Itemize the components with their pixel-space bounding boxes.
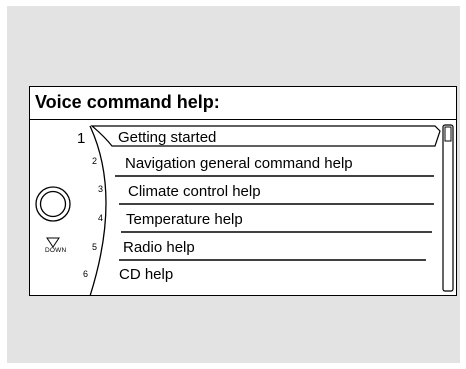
scrollbar[interactable] xyxy=(442,124,454,292)
item-number: 4 xyxy=(98,213,104,223)
menu-item-temperature-help[interactable]: Temperature help xyxy=(126,211,243,229)
menu-item-cd-help[interactable]: CD help xyxy=(119,266,173,284)
scrollbar-thumb xyxy=(444,126,452,142)
down-label: DOWN xyxy=(45,247,67,254)
dial-knob-icon[interactable] xyxy=(35,186,71,222)
voice-help-screen: Voice command help: DOWN 1 2 3 4 5 6 Get… xyxy=(29,86,457,296)
menu-item-navigation-help[interactable]: Navigation general command help xyxy=(125,155,353,173)
menu-item-getting-started[interactable]: Getting started xyxy=(118,129,216,147)
item-number: 5 xyxy=(92,242,98,252)
menu-item-climate-help[interactable]: Climate control help xyxy=(128,183,261,201)
item-number: 2 xyxy=(92,156,98,166)
item-number: 6 xyxy=(83,269,89,279)
item-number: 3 xyxy=(98,184,104,194)
item-number: 1 xyxy=(77,130,86,147)
menu-curve-divider xyxy=(89,125,107,295)
down-triangle-icon xyxy=(46,237,60,248)
menu-item-radio-help[interactable]: Radio help xyxy=(123,239,195,257)
